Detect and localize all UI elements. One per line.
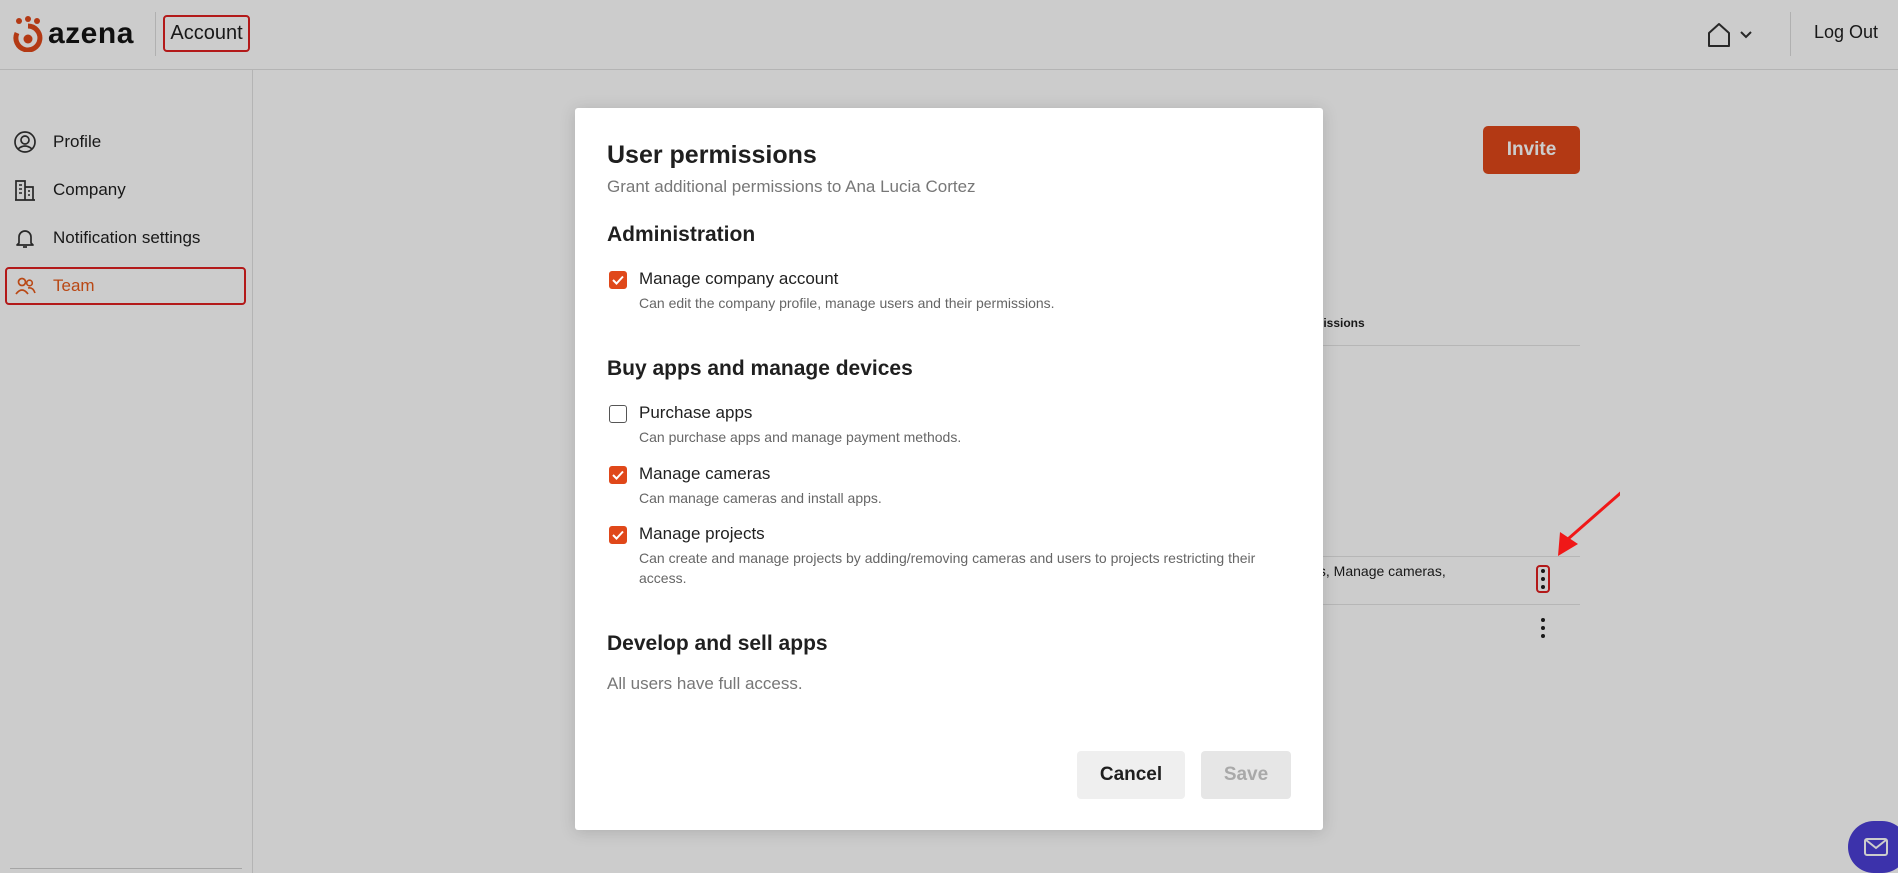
permission-description: Can create and manage projects by adding… (639, 550, 1256, 586)
purchase-apps-checkbox[interactable] (609, 405, 627, 423)
user-permissions-dialog: User permissions Grant additional permis… (575, 108, 1323, 830)
permission-label[interactable]: Manage company account (639, 269, 838, 289)
permission-label[interactable]: Manage projects (639, 524, 765, 544)
manage-projects-checkbox[interactable] (609, 526, 627, 544)
permission-label[interactable]: Purchase apps (639, 403, 752, 423)
dialog-title: User permissions (607, 141, 817, 169)
dialog-subtitle: Grant additional permissions to Ana Luci… (607, 177, 976, 196)
permission-description: Can purchase apps and manage payment met… (639, 429, 962, 445)
permission-label[interactable]: Manage cameras (639, 464, 770, 484)
section-title-administration: Administration (607, 223, 756, 246)
checkmark-icon (612, 275, 624, 285)
save-button[interactable]: Save (1201, 751, 1291, 799)
annotation-arrow-icon (1558, 491, 1620, 556)
manage-company-account-checkbox[interactable] (609, 271, 627, 289)
section-title-buy-apps: Buy apps and manage devices (607, 357, 913, 380)
manage-cameras-checkbox[interactable] (609, 466, 627, 484)
permission-description: Can manage cameras and install apps. (639, 490, 882, 506)
section-title-develop-apps: Develop and sell apps (607, 632, 828, 655)
permission-description: Can edit the company profile, manage use… (639, 295, 1055, 311)
develop-apps-note: All users have full access. (607, 674, 803, 693)
checkmark-icon (612, 530, 624, 540)
cancel-button[interactable]: Cancel (1077, 751, 1185, 799)
checkmark-icon (612, 470, 624, 480)
